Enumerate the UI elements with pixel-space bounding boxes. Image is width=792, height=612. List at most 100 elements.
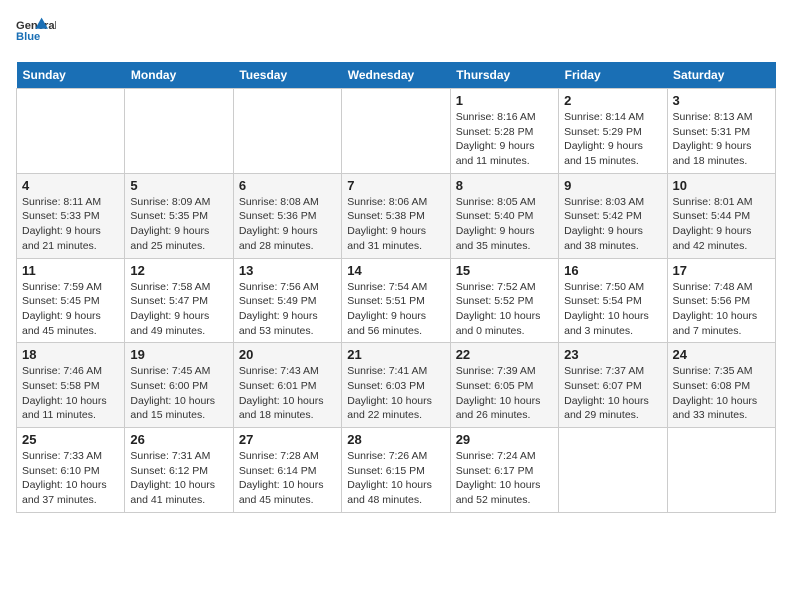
day-number: 9 bbox=[564, 178, 661, 193]
day-number: 23 bbox=[564, 347, 661, 362]
day-number: 14 bbox=[347, 263, 444, 278]
day-info: Sunrise: 7:26 AM Sunset: 6:15 PM Dayligh… bbox=[347, 449, 444, 508]
calendar-cell bbox=[233, 89, 341, 174]
logo-icon: GeneralBlue bbox=[16, 16, 56, 52]
calendar-cell: 20 Sunrise: 7:43 AM Sunset: 6:01 PM Dayli… bbox=[233, 343, 341, 428]
day-number: 8 bbox=[456, 178, 553, 193]
weekday-header-wednesday: Wednesday bbox=[342, 62, 450, 89]
day-info: Sunrise: 7:48 AM Sunset: 5:56 PM Dayligh… bbox=[673, 280, 770, 339]
day-number: 21 bbox=[347, 347, 444, 362]
day-info: Sunrise: 7:58 AM Sunset: 5:47 PM Dayligh… bbox=[130, 280, 227, 339]
day-number: 19 bbox=[130, 347, 227, 362]
day-number: 7 bbox=[347, 178, 444, 193]
calendar-cell: 26 Sunrise: 7:31 AM Sunset: 6:12 PM Dayli… bbox=[125, 428, 233, 513]
week-row-2: 4 Sunrise: 8:11 AM Sunset: 5:33 PM Daylig… bbox=[17, 173, 776, 258]
day-number: 17 bbox=[673, 263, 770, 278]
calendar-cell: 8 Sunrise: 8:05 AM Sunset: 5:40 PM Daylig… bbox=[450, 173, 558, 258]
day-info: Sunrise: 8:16 AM Sunset: 5:28 PM Dayligh… bbox=[456, 110, 553, 169]
day-number: 13 bbox=[239, 263, 336, 278]
calendar-cell: 22 Sunrise: 7:39 AM Sunset: 6:05 PM Dayli… bbox=[450, 343, 558, 428]
day-number: 28 bbox=[347, 432, 444, 447]
calendar-cell bbox=[667, 428, 775, 513]
day-number: 27 bbox=[239, 432, 336, 447]
day-number: 26 bbox=[130, 432, 227, 447]
week-row-5: 25Sunrise: 7:33 AM Sunset: 6:10 PM Dayli… bbox=[17, 428, 776, 513]
day-number: 16 bbox=[564, 263, 661, 278]
calendar-cell bbox=[559, 428, 667, 513]
calendar-cell: 9Sunrise: 8:03 AM Sunset: 5:42 PM Daylig… bbox=[559, 173, 667, 258]
calendar-cell bbox=[125, 89, 233, 174]
calendar-cell bbox=[342, 89, 450, 174]
calendar-cell: 2 Sunrise: 8:14 AM Sunset: 5:29 PM Daylig… bbox=[559, 89, 667, 174]
calendar-cell: 24 Sunrise: 7:35 AM Sunset: 6:08 PM Dayli… bbox=[667, 343, 775, 428]
calendar-cell: 28 Sunrise: 7:26 AM Sunset: 6:15 PM Dayli… bbox=[342, 428, 450, 513]
day-info: Sunrise: 7:59 AM Sunset: 5:45 PM Dayligh… bbox=[22, 280, 119, 339]
calendar-cell: 11Sunrise: 7:59 AM Sunset: 5:45 PM Dayli… bbox=[17, 258, 125, 343]
calendar-cell: 25Sunrise: 7:33 AM Sunset: 6:10 PM Dayli… bbox=[17, 428, 125, 513]
calendar-cell: 15Sunrise: 7:52 AM Sunset: 5:52 PM Dayli… bbox=[450, 258, 558, 343]
day-number: 5 bbox=[130, 178, 227, 193]
calendar-cell: 21 Sunrise: 7:41 AM Sunset: 6:03 PM Dayli… bbox=[342, 343, 450, 428]
calendar-cell: 19 Sunrise: 7:45 AM Sunset: 6:00 PM Dayli… bbox=[125, 343, 233, 428]
calendar-cell: 1 Sunrise: 8:16 AM Sunset: 5:28 PM Daylig… bbox=[450, 89, 558, 174]
calendar-cell: 7 Sunrise: 8:06 AM Sunset: 5:38 PM Daylig… bbox=[342, 173, 450, 258]
day-info: Sunrise: 7:39 AM Sunset: 6:05 PM Dayligh… bbox=[456, 364, 553, 423]
svg-text:Blue: Blue bbox=[16, 31, 40, 43]
weekday-header-saturday: Saturday bbox=[667, 62, 775, 89]
day-number: 22 bbox=[456, 347, 553, 362]
calendar-cell: 23 Sunrise: 7:37 AM Sunset: 6:07 PM Dayli… bbox=[559, 343, 667, 428]
day-info: Sunrise: 7:41 AM Sunset: 6:03 PM Dayligh… bbox=[347, 364, 444, 423]
day-info: Sunrise: 8:09 AM Sunset: 5:35 PM Dayligh… bbox=[130, 195, 227, 254]
calendar-cell: 29Sunrise: 7:24 AM Sunset: 6:17 PM Dayli… bbox=[450, 428, 558, 513]
day-number: 2 bbox=[564, 93, 661, 108]
day-info: Sunrise: 7:54 AM Sunset: 5:51 PM Dayligh… bbox=[347, 280, 444, 339]
day-info: Sunrise: 8:05 AM Sunset: 5:40 PM Dayligh… bbox=[456, 195, 553, 254]
day-info: Sunrise: 8:14 AM Sunset: 5:29 PM Dayligh… bbox=[564, 110, 661, 169]
calendar-cell: 17 Sunrise: 7:48 AM Sunset: 5:56 PM Dayli… bbox=[667, 258, 775, 343]
day-info: Sunrise: 8:13 AM Sunset: 5:31 PM Dayligh… bbox=[673, 110, 770, 169]
day-number: 6 bbox=[239, 178, 336, 193]
page-header: GeneralBlue bbox=[16, 16, 776, 52]
day-info: Sunrise: 7:45 AM Sunset: 6:00 PM Dayligh… bbox=[130, 364, 227, 423]
calendar-cell: 18 Sunrise: 7:46 AM Sunset: 5:58 PM Dayli… bbox=[17, 343, 125, 428]
day-number: 18 bbox=[22, 347, 119, 362]
svg-text:General: General bbox=[16, 20, 56, 32]
calendar-cell: 13Sunrise: 7:56 AM Sunset: 5:49 PM Dayli… bbox=[233, 258, 341, 343]
day-number: 24 bbox=[673, 347, 770, 362]
week-row-3: 11Sunrise: 7:59 AM Sunset: 5:45 PM Dayli… bbox=[17, 258, 776, 343]
day-number: 1 bbox=[456, 93, 553, 108]
day-number: 29 bbox=[456, 432, 553, 447]
calendar-cell: 14 Sunrise: 7:54 AM Sunset: 5:51 PM Dayli… bbox=[342, 258, 450, 343]
calendar-cell: 4 Sunrise: 8:11 AM Sunset: 5:33 PM Daylig… bbox=[17, 173, 125, 258]
day-info: Sunrise: 7:33 AM Sunset: 6:10 PM Dayligh… bbox=[22, 449, 119, 508]
weekday-header-row: SundayMondayTuesdayWednesdayThursdayFrid… bbox=[17, 62, 776, 89]
day-number: 3 bbox=[673, 93, 770, 108]
calendar-cell: 6 Sunrise: 8:08 AM Sunset: 5:36 PM Daylig… bbox=[233, 173, 341, 258]
weekday-header-sunday: Sunday bbox=[17, 62, 125, 89]
day-number: 15 bbox=[456, 263, 553, 278]
day-info: Sunrise: 7:35 AM Sunset: 6:08 PM Dayligh… bbox=[673, 364, 770, 423]
calendar-cell: 27Sunrise: 7:28 AM Sunset: 6:14 PM Dayli… bbox=[233, 428, 341, 513]
weekday-header-monday: Monday bbox=[125, 62, 233, 89]
day-info: Sunrise: 7:46 AM Sunset: 5:58 PM Dayligh… bbox=[22, 364, 119, 423]
weekday-header-thursday: Thursday bbox=[450, 62, 558, 89]
calendar-cell: 10 Sunrise: 8:01 AM Sunset: 5:44 PM Dayli… bbox=[667, 173, 775, 258]
day-info: Sunrise: 8:11 AM Sunset: 5:33 PM Dayligh… bbox=[22, 195, 119, 254]
weekday-header-tuesday: Tuesday bbox=[233, 62, 341, 89]
day-info: Sunrise: 7:43 AM Sunset: 6:01 PM Dayligh… bbox=[239, 364, 336, 423]
week-row-4: 18 Sunrise: 7:46 AM Sunset: 5:58 PM Dayli… bbox=[17, 343, 776, 428]
calendar-cell bbox=[17, 89, 125, 174]
logo: GeneralBlue bbox=[16, 16, 56, 52]
day-info: Sunrise: 7:37 AM Sunset: 6:07 PM Dayligh… bbox=[564, 364, 661, 423]
calendar-table: SundayMondayTuesdayWednesdayThursdayFrid… bbox=[16, 62, 776, 513]
day-info: Sunrise: 8:01 AM Sunset: 5:44 PM Dayligh… bbox=[673, 195, 770, 254]
day-number: 10 bbox=[673, 178, 770, 193]
calendar-cell: 16 Sunrise: 7:50 AM Sunset: 5:54 PM Dayli… bbox=[559, 258, 667, 343]
calendar-cell: 5 Sunrise: 8:09 AM Sunset: 5:35 PM Daylig… bbox=[125, 173, 233, 258]
day-number: 20 bbox=[239, 347, 336, 362]
day-info: Sunrise: 8:06 AM Sunset: 5:38 PM Dayligh… bbox=[347, 195, 444, 254]
day-info: Sunrise: 7:50 AM Sunset: 5:54 PM Dayligh… bbox=[564, 280, 661, 339]
day-number: 4 bbox=[22, 178, 119, 193]
day-info: Sunrise: 7:31 AM Sunset: 6:12 PM Dayligh… bbox=[130, 449, 227, 508]
day-info: Sunrise: 8:08 AM Sunset: 5:36 PM Dayligh… bbox=[239, 195, 336, 254]
